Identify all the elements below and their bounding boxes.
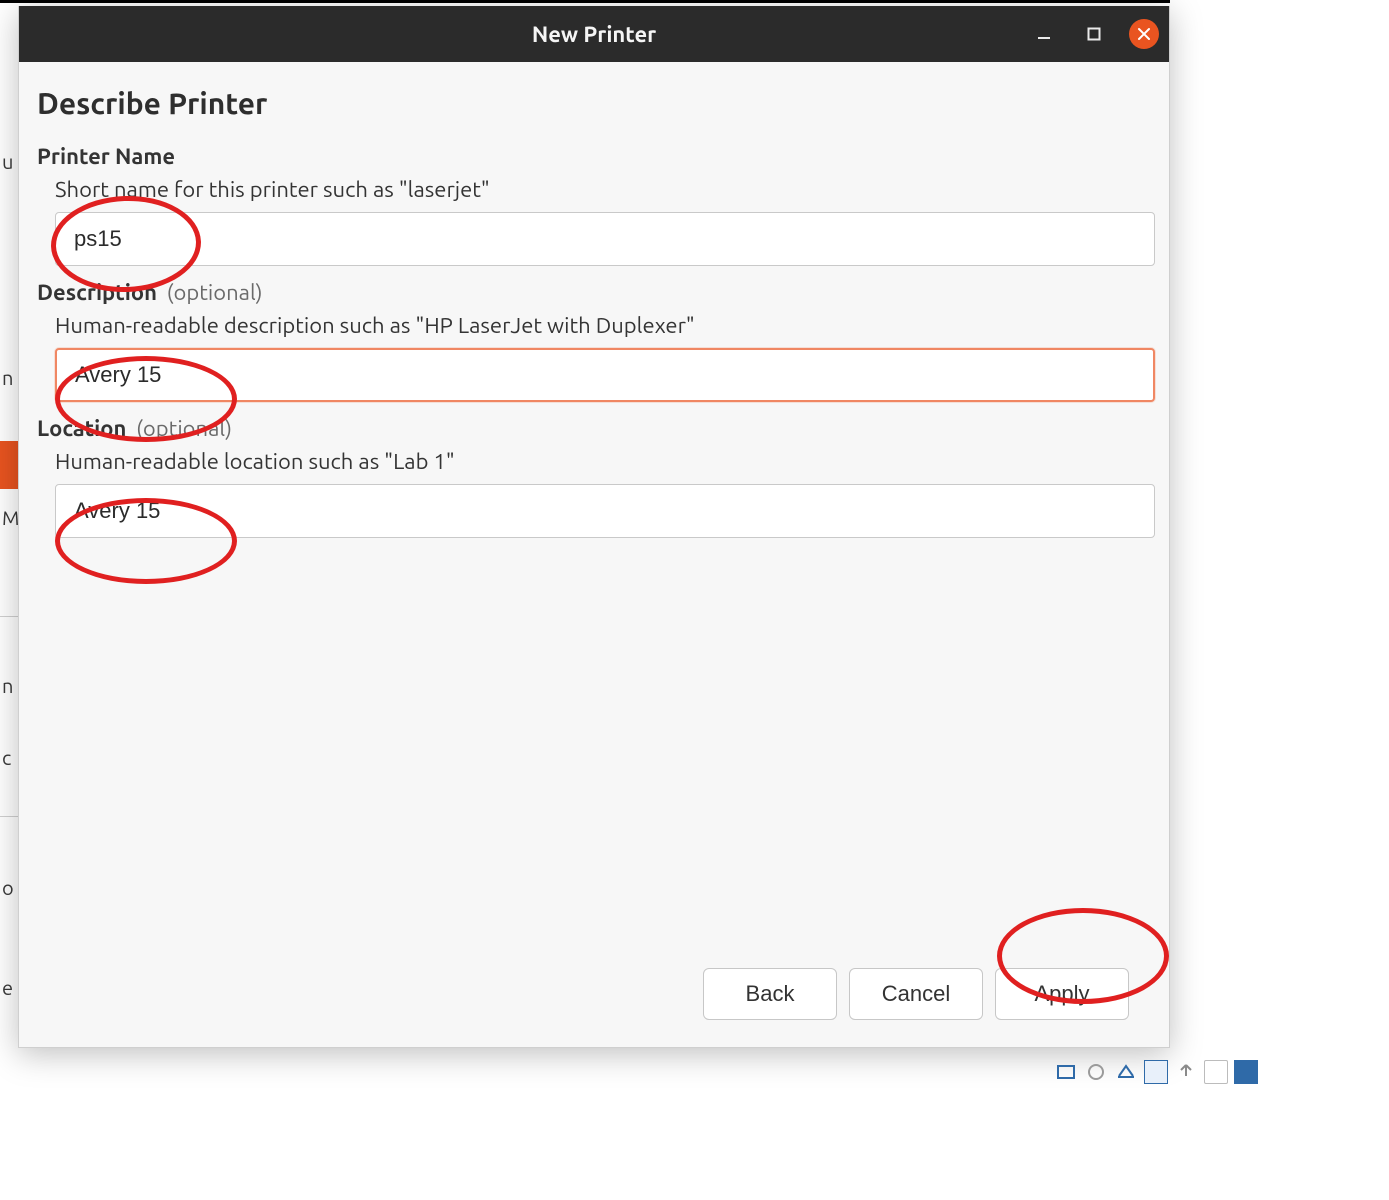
tray-icon[interactable] bbox=[1204, 1060, 1228, 1084]
bg-letter: n bbox=[2, 674, 18, 697]
tray-icon[interactable] bbox=[1054, 1060, 1078, 1084]
maximize-button[interactable] bbox=[1079, 19, 1109, 49]
close-button[interactable] bbox=[1129, 19, 1159, 49]
field-label-row: Printer Name bbox=[37, 144, 1151, 169]
page-heading: Describe Printer bbox=[37, 86, 1151, 120]
location-optional: (optional) bbox=[136, 416, 232, 441]
tray-icon[interactable] bbox=[1144, 1060, 1168, 1084]
field-printer-name: Printer Name Short name for this printer… bbox=[37, 144, 1151, 266]
bg-letter: u bbox=[2, 150, 18, 173]
printer-name-label: Printer Name bbox=[37, 144, 175, 169]
field-description: Description (optional) Human-readable de… bbox=[37, 280, 1151, 402]
location-input[interactable] bbox=[55, 484, 1155, 538]
bg-selected-row bbox=[0, 441, 18, 489]
tray-icon[interactable] bbox=[1234, 1060, 1258, 1084]
bg-letter: n bbox=[2, 366, 18, 389]
titlebar: New Printer bbox=[19, 6, 1169, 62]
field-label-row: Description (optional) bbox=[37, 280, 1151, 305]
bg-divider bbox=[0, 616, 18, 617]
back-button[interactable]: Back bbox=[703, 968, 837, 1020]
maximize-icon bbox=[1086, 26, 1102, 42]
printer-name-hint: Short name for this printer such as "las… bbox=[55, 177, 1151, 202]
field-location: Location (optional) Human-readable locat… bbox=[37, 416, 1151, 538]
dialog-footer: Back Cancel Apply bbox=[37, 951, 1151, 1037]
window-controls bbox=[1029, 6, 1159, 62]
new-printer-dialog: New Printer Describe Printer Printer Nam… bbox=[18, 6, 1170, 1048]
close-icon bbox=[1137, 27, 1151, 41]
bg-divider bbox=[0, 816, 18, 817]
description-label: Description bbox=[37, 280, 157, 305]
minimize-button[interactable] bbox=[1029, 19, 1059, 49]
apply-button[interactable]: Apply bbox=[995, 968, 1129, 1020]
window-title: New Printer bbox=[19, 22, 1169, 47]
bg-letter: e bbox=[2, 976, 18, 999]
bg-letter: M bbox=[2, 506, 18, 529]
description-hint: Human-readable description such as "HP L… bbox=[55, 313, 1151, 338]
cancel-button[interactable]: Cancel bbox=[849, 968, 983, 1020]
bg-letter: o bbox=[2, 876, 18, 899]
tray-icon[interactable] bbox=[1174, 1060, 1198, 1084]
printer-name-input[interactable] bbox=[55, 212, 1155, 266]
description-input[interactable] bbox=[55, 348, 1155, 402]
system-tray-fragment bbox=[1054, 1060, 1258, 1084]
description-optional: (optional) bbox=[167, 280, 263, 305]
background-window-sliver: u n M n c o e bbox=[0, 6, 18, 1048]
tray-icon[interactable] bbox=[1114, 1060, 1138, 1084]
location-hint: Human-readable location such as "Lab 1" bbox=[55, 449, 1151, 474]
minimize-icon bbox=[1036, 26, 1052, 42]
bg-letter: c bbox=[2, 746, 18, 769]
location-label: Location bbox=[37, 416, 126, 441]
tray-icon[interactable] bbox=[1084, 1060, 1108, 1084]
dialog-content: Describe Printer Printer Name Short name… bbox=[19, 62, 1169, 1047]
field-label-row: Location (optional) bbox=[37, 416, 1151, 441]
